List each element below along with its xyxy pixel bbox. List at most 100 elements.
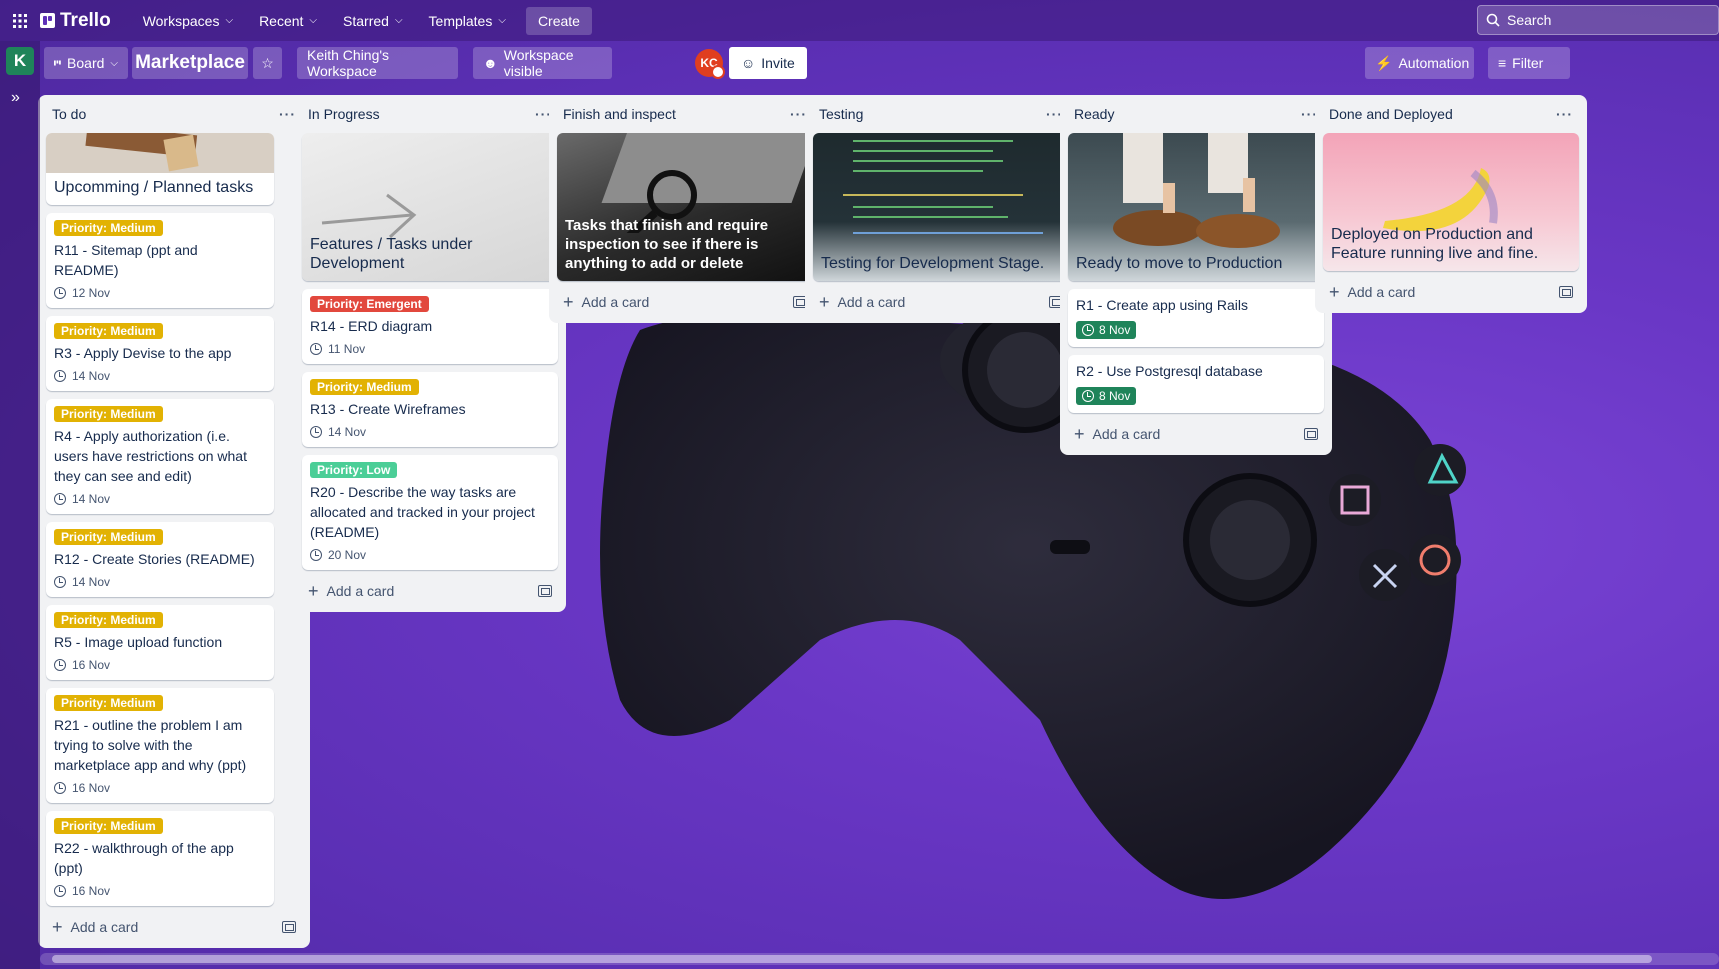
card[interactable]: Priority: Medium R22 - walkthrough of th… [46,811,274,906]
nav-recent[interactable]: Recent ⌵ [247,7,329,35]
list-header: Ready ··· [1068,95,1324,133]
board-title[interactable]: Marketplace [132,47,248,79]
card-template-icon[interactable] [1304,428,1318,440]
due-date: 16 Nov [54,884,266,898]
shoelace-tying-image [1113,133,1280,248]
cover-card[interactable]: Ready to move to Production [1068,133,1324,281]
priority-label: Priority: Medium [54,818,163,834]
card[interactable]: Priority: Medium R21 - outline the probl… [46,688,274,803]
workspace-avatar[interactable]: K [6,47,34,75]
add-card-button[interactable]: + Add a card [1323,271,1579,313]
nav-templates[interactable]: Templates ⌵ [417,7,518,35]
priority-label: Priority: Medium [310,379,419,395]
due-date-text: 14 Nov [72,575,111,589]
due-date-complete[interactable]: 8 Nov [1076,387,1137,405]
invite-button[interactable]: ☺ Invite [729,47,807,79]
nav-recent-label: Recent [259,12,304,29]
add-card-button[interactable]: + Add a card [557,281,813,323]
list-title[interactable]: Ready [1074,106,1114,122]
cover-card[interactable]: Testing for Development Stage. [813,133,1069,281]
clock-icon [54,370,66,382]
add-card-button[interactable]: + Add a card [46,906,302,948]
list-title[interactable]: In Progress [308,106,380,122]
clock-icon [310,343,322,355]
clock-icon [1082,324,1094,336]
trello-logo-icon [40,13,55,28]
search-input[interactable]: Search [1477,5,1719,35]
list-title[interactable]: To do [52,106,86,122]
card-title: R2 - Use Postgresql database [1076,363,1263,379]
list-header: In Progress ··· [302,95,558,133]
add-card-label: Add a card [581,294,650,310]
card-template-icon[interactable] [538,585,552,597]
card-title: R14 - ERD diagram [310,318,433,334]
card[interactable]: Priority: Medium R12 - Create Stories (R… [46,522,274,597]
nav-starred[interactable]: Starred ⌵ [331,7,415,35]
card[interactable]: R2 - Use Postgresql database 8 Nov [1068,355,1324,413]
visibility-button[interactable]: ☻ Workspace visible [473,47,612,79]
card[interactable]: Priority: Emergent R14 - ERD diagram 11 … [302,289,558,364]
card[interactable]: Priority: Medium R3 - Apply Devise to th… [46,316,274,391]
add-card-label: Add a card [1092,426,1161,442]
automation-button[interactable]: ⚡ Automation [1365,47,1474,79]
create-button[interactable]: Create [525,6,592,35]
app-switcher-icon[interactable] [0,0,40,41]
card-template-icon[interactable] [282,921,296,933]
add-card-button[interactable]: + Add a card [1068,413,1324,455]
cover-card[interactable]: Features / Tasks under Development [302,133,558,281]
search-placeholder: Search [1507,12,1552,28]
card-title: R11 - Sitemap (ppt and README) [54,242,198,278]
list-title[interactable]: Done and Deployed [1329,106,1453,122]
card-title: R4 - Apply authorization (i.e. users hav… [54,428,247,484]
board-view-label: Board [67,55,105,71]
member-avatar[interactable]: KC [695,49,725,79]
list-in-progress: In Progress ··· Features / Tasks under D… [294,95,566,612]
card[interactable]: Priority: Low R20 - Describe the way tas… [302,455,558,570]
card-title: R1 - Create app using Rails [1076,297,1248,313]
plus-icon: + [819,292,830,312]
filter-button[interactable]: ≡ Filter [1488,47,1570,79]
card-template-icon[interactable] [1559,286,1573,298]
board-view-switcher[interactable]: Board ⌵ [44,47,128,79]
due-date: 16 Nov [54,781,266,795]
cover-card[interactable]: Deployed on Production and Feature runni… [1323,133,1579,271]
card[interactable]: Priority: Medium R11 - Sitemap (ppt and … [46,213,274,308]
lightning-icon: ⚡ [1375,54,1393,71]
cover-card[interactable]: Upcomming / Planned tasks [46,133,274,205]
board-scrollbar-thumb[interactable] [52,955,1652,963]
trello-logo[interactable]: Trello [40,10,111,32]
chevron-down-icon: ⌵ [394,15,403,26]
cover-card-title: Deployed on Production and Feature runni… [1331,226,1539,262]
board-view-icon [54,60,61,66]
list-title[interactable]: Finish and inspect [563,106,676,122]
star-board-button[interactable]: ☆ [253,47,282,79]
nav-starred-label: Starred [343,12,389,29]
list-to-do: To do ··· Upcomming / Planned tasks Prio… [38,95,310,948]
list-menu-icon[interactable]: ··· [1556,106,1573,122]
clock-icon [54,782,66,794]
expand-sidebar-icon[interactable]: » [11,89,20,107]
list-ready: Ready ··· Ready to move to Production R1… [1060,95,1332,455]
due-date-complete[interactable]: 8 Nov [1076,321,1137,339]
card[interactable]: Priority: Medium R13 - Create Wireframes… [302,372,558,447]
list-title[interactable]: Testing [819,106,863,122]
card[interactable]: R1 - Create app using Rails 8 Nov [1068,289,1324,347]
people-icon: ☻ [483,55,498,71]
board-scrollbar[interactable] [40,953,1719,965]
cover-card[interactable]: Tasks that finish and require inspection… [557,133,813,281]
clock-icon [310,426,322,438]
add-card-button[interactable]: + Add a card [813,281,1069,323]
due-date-text: 11 Nov [328,342,366,356]
card[interactable]: Priority: Medium R4 - Apply authorizatio… [46,399,274,514]
add-person-icon: ☺ [741,55,756,71]
workspace-button[interactable]: Keith Ching's Workspace [297,47,458,79]
cover-card-title: Testing for Development Stage. [821,255,1045,272]
due-date: 12 Nov [54,286,266,300]
card[interactable]: Priority: Medium R5 - Image upload funct… [46,605,274,680]
priority-label: Priority: Emergent [310,296,429,312]
add-card-button[interactable]: + Add a card [302,570,558,612]
automation-label: Automation [1398,55,1470,71]
add-card-label: Add a card [70,919,139,935]
nav-workspaces[interactable]: Workspaces ⌵ [131,7,245,35]
card-title: R20 - Describe the way tasks are allocat… [310,484,535,540]
